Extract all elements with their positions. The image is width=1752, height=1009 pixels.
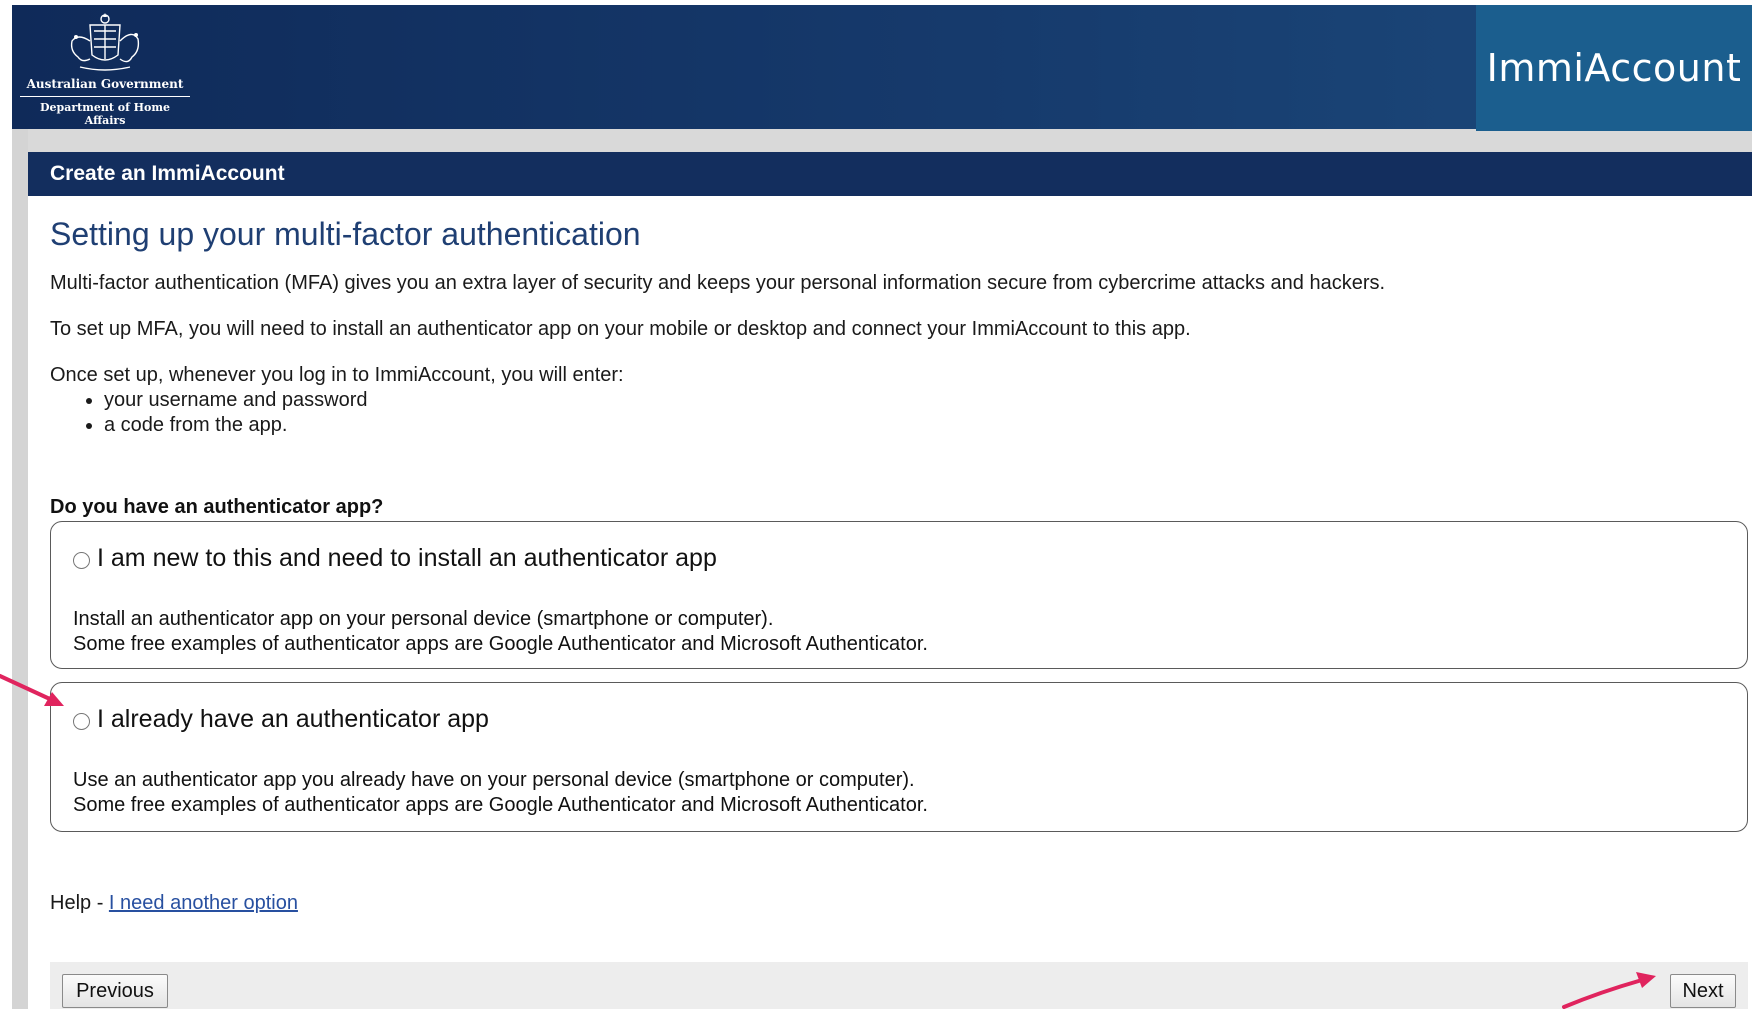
section-title: Create an ImmiAccount [50,162,285,185]
brand-panel[interactable]: ImmiAccount [1476,5,1752,131]
page-title: Setting up your multi-factor authenticat… [50,216,641,252]
radio-new-to-authenticator[interactable] [73,552,90,569]
logo-divider [20,96,190,97]
option-description-line: Use an authenticator app you already hav… [73,769,915,791]
question-label: Do you have an authenticator app? [50,496,384,518]
option-card-have[interactable]: I already have an authenticator app Use … [50,682,1748,832]
intro-text: Multi-factor authentication (MFA) gives … [50,272,1386,294]
government-name: Australian Government [26,77,184,91]
option-label[interactable]: I am new to this and need to install an … [97,544,717,573]
option-description: Install an authenticator app on your per… [73,607,928,657]
help-row: Help - I need another option [50,892,298,915]
coat-of-arms-icon [70,13,140,71]
government-logo[interactable]: Australian Government Department of Home… [20,11,190,127]
setup-text: To set up MFA, you will need to install … [50,318,1191,340]
help-prefix: Help - [50,892,109,914]
page-frame-left [12,128,28,1009]
annotation-arrow-icon [0,674,64,706]
login-steps-list: your username and password a code from t… [50,388,367,438]
department-name: Department of Home Affairs [39,101,171,127]
previous-button[interactable]: Previous [62,974,168,1008]
navigation-bar: Previous Next [50,962,1748,1009]
login-steps-text: Once set up, whenever you log in to Immi… [50,364,624,386]
section-header: Create an ImmiAccount [28,152,1752,196]
option-description-line: Install an authenticator app on your per… [73,608,774,630]
brand-title: ImmiAccount [1486,46,1742,90]
option-description: Use an authenticator app you already hav… [73,768,928,818]
list-item: a code from the app. [104,413,367,438]
option-description-line: Some free examples of authenticator apps… [73,633,928,655]
annotation-arrow-icon [1562,972,1656,1009]
option-label[interactable]: I already have an authenticator app [97,705,489,734]
option-card-new[interactable]: I am new to this and need to install an … [50,521,1748,669]
list-item: your username and password [104,388,367,413]
site-header: Australian Government Department of Home… [12,5,1752,131]
option-description-line: Some free examples of authenticator apps… [73,794,928,816]
need-another-option-link[interactable]: I need another option [109,892,298,914]
page-frame-top [12,128,1752,152]
radio-already-have-authenticator[interactable] [73,713,90,730]
next-button[interactable]: Next [1670,974,1736,1008]
